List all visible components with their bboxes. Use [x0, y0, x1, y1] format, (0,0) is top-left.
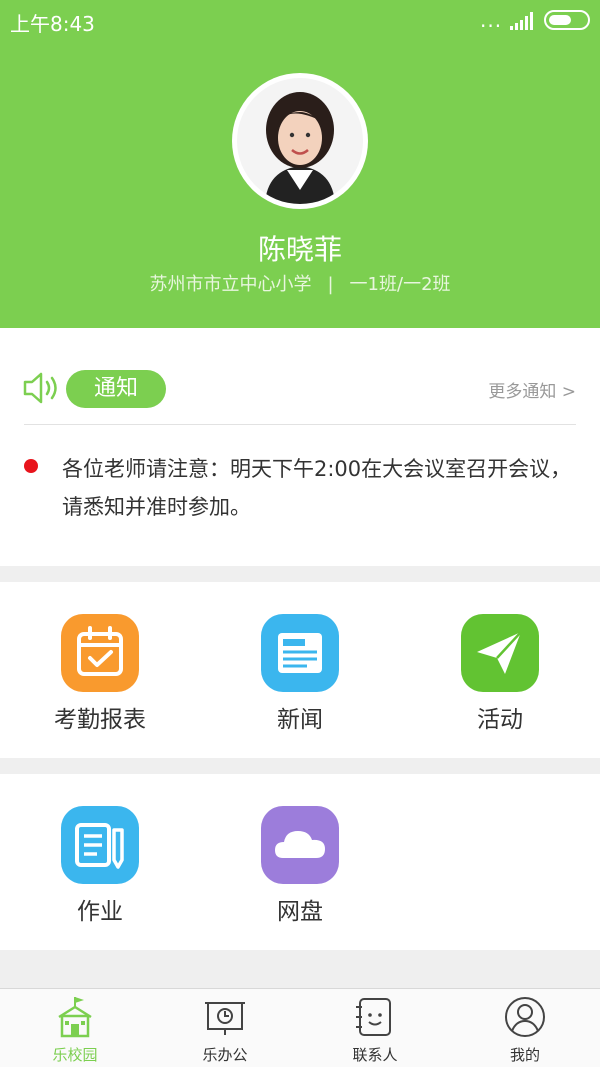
grid-label: 网盘 [277, 899, 323, 925]
user-school-class: 苏州市市立中心小学 | 一1班/一2班 [0, 270, 600, 296]
nav-label: 乐办公 [202, 1046, 248, 1064]
status-bar: 上午8:43 ... [0, 0, 600, 40]
paper-plane-icon [461, 614, 539, 692]
grid-label: 活动 [477, 707, 523, 733]
school-name: 苏州市市立中心小学 [149, 274, 312, 295]
notice-badge: 通知 [66, 370, 166, 408]
profile-icon [505, 997, 545, 1037]
bottom-nav: 乐校园 乐办公 联系人 我的 [0, 988, 600, 1067]
office-icon [205, 1002, 245, 1035]
news-button[interactable]: 新闻 [200, 582, 400, 758]
status-time: 上午8:43 [10, 12, 95, 36]
nav-label: 我的 [509, 1046, 540, 1064]
grid-label: 新闻 [277, 707, 323, 733]
nav-label: 联系人 [352, 1046, 398, 1064]
speaker-icon [23, 372, 57, 404]
feature-grid-row-1: 考勤报表 新闻 活动 [0, 582, 600, 758]
avatar-image [237, 78, 363, 204]
avatar[interactable] [232, 73, 368, 209]
grid-label: 作业 [77, 899, 123, 925]
homework-button[interactable]: 作业 [0, 774, 200, 950]
nav-item-contacts[interactable]: 联系人 [300, 989, 450, 1067]
divider [24, 424, 576, 425]
attendance-report-button[interactable]: 考勤报表 [0, 582, 200, 758]
signal-icon [510, 12, 533, 30]
profile-header: 上午8:43 ... 陈晓菲 苏州市市立中心小学 | 一1班/一2班 [0, 0, 600, 328]
nav-item-mine[interactable]: 我的 [450, 989, 600, 1067]
status-dots: ... [480, 8, 503, 32]
grid-label: 考勤报表 [54, 707, 146, 733]
homework-icon [61, 806, 139, 884]
cloud-drive-button[interactable]: 网盘 [200, 774, 400, 950]
cloud-icon [261, 806, 339, 884]
nav-item-school[interactable]: 乐校园 [0, 989, 150, 1067]
feature-grid-row-2: 作业 网盘 [0, 774, 600, 950]
unread-dot [24, 459, 38, 473]
more-notice-link[interactable]: 更多通知 > [488, 377, 576, 402]
school-icon [58, 997, 92, 1038]
news-icon [261, 614, 339, 692]
calendar-check-icon [61, 614, 139, 692]
user-name: 陈晓菲 [257, 233, 342, 266]
info-separator: | [327, 274, 334, 295]
contacts-icon [356, 998, 391, 1036]
battery-icon [544, 10, 590, 30]
nav-item-office[interactable]: 乐办公 [150, 989, 300, 1067]
activity-button[interactable]: 活动 [400, 582, 600, 758]
notice-text[interactable]: 各位老师请注意：明天下午2:00在大会议室召开会议，请悉知并准时参加。 [62, 450, 582, 526]
notice-card [0, 328, 600, 566]
class-names: 一1班/一2班 [349, 274, 451, 295]
nav-label: 乐校园 [52, 1046, 98, 1064]
